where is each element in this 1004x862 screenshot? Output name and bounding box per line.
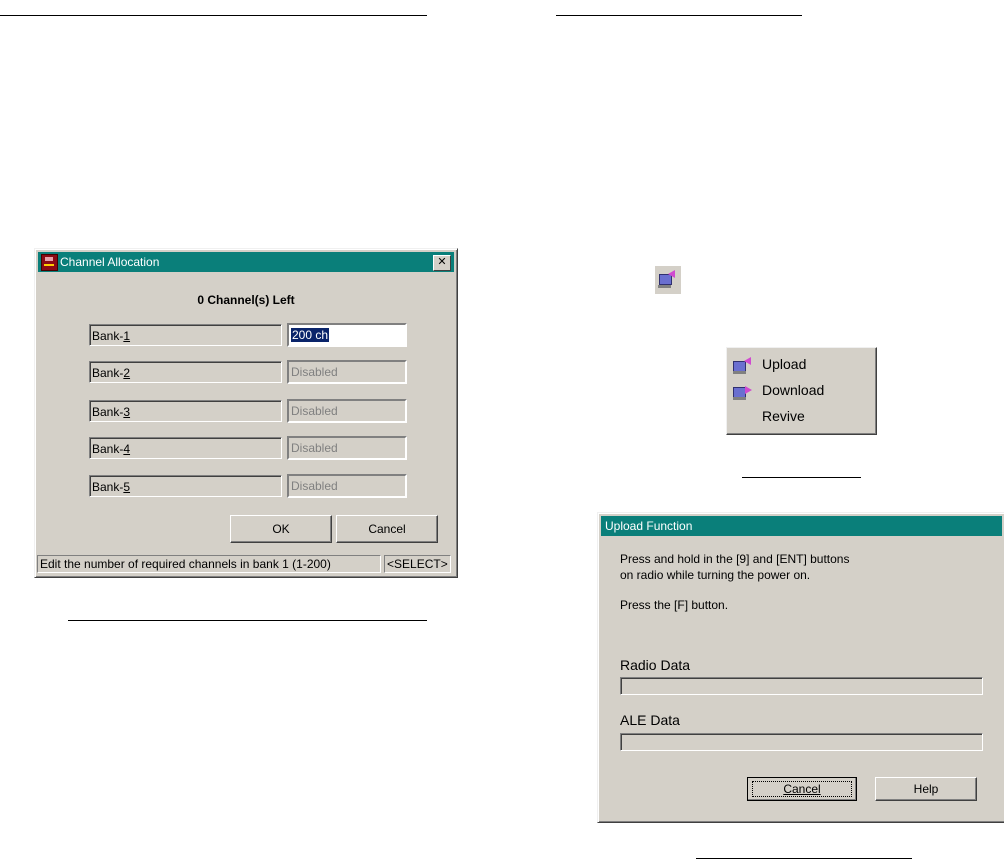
upload-icon [733,356,753,374]
bank-1-label: Bank-1 [89,324,282,346]
app-icon [41,254,58,271]
ale-data-label: ALE Data [620,712,680,728]
dialog-title: Channel Allocation [60,255,160,269]
bank-4-channels-input: Disabled [287,436,407,460]
help-button[interactable]: Help [875,777,977,801]
bank-2-label: Bank-2 [89,361,282,383]
menu-item-download[interactable]: Download [727,377,876,403]
caption-rule-upload-dialog [696,858,912,859]
instruction-text-line-3: Press the [F] button. [620,598,729,612]
ale-data-progress-bar [620,733,983,751]
bank-3-channels-input: Disabled [287,399,407,423]
bank-1-channels-input[interactable]: 200 ch [287,323,407,347]
upload-function-dialog: Upload Function Press and hold in the [9… [597,512,1004,823]
dialog-title[interactable]: Upload Function [601,516,1002,536]
instruction-text-line-2: on radio while turning the power on. [620,568,811,582]
menu-item-upload[interactable]: Upload [727,351,876,377]
upload-toolbar-button[interactable] [655,266,681,294]
status-bar-mode: <SELECT> [384,555,451,573]
caption-rule-top-left [0,15,427,16]
status-bar-text: Edit the number of required channels in … [37,555,381,573]
ok-button[interactable]: OK [230,515,332,543]
download-icon [733,382,753,400]
caption-rule-top-right [556,15,802,16]
channels-left-text: 0 Channel(s) Left [197,293,295,307]
bank-4-label: Bank-4 [89,437,282,459]
close-icon: ✕ [437,256,447,268]
bank-5-label: Bank-5 [89,475,282,497]
upload-icon [655,266,681,294]
caption-rule-menu [742,477,861,478]
context-menu: Upload Download Revive [726,347,877,435]
cancel-button[interactable]: Cancel [336,515,438,543]
channel-allocation-dialog: Channel Allocation ✕ 0 Channel(s) Left B… [34,248,458,578]
title-bar[interactable]: Channel Allocation ✕ [38,252,454,272]
bank-5-channels-input: Disabled [287,474,407,498]
bank-2-channels-input: Disabled [287,360,407,384]
bank-3-label: Bank-3 [89,400,282,422]
radio-data-progress-bar [620,677,983,695]
cancel-button[interactable]: Cancel [747,777,857,801]
radio-data-label: Radio Data [620,657,691,673]
caption-rule-channel-dialog [68,620,427,621]
focus-ring [752,781,852,797]
instruction-text-line-1: Press and hold in the [9] and [ENT] butt… [620,552,850,566]
close-button[interactable]: ✕ [433,255,451,271]
menu-item-revive[interactable]: Revive [727,403,876,429]
